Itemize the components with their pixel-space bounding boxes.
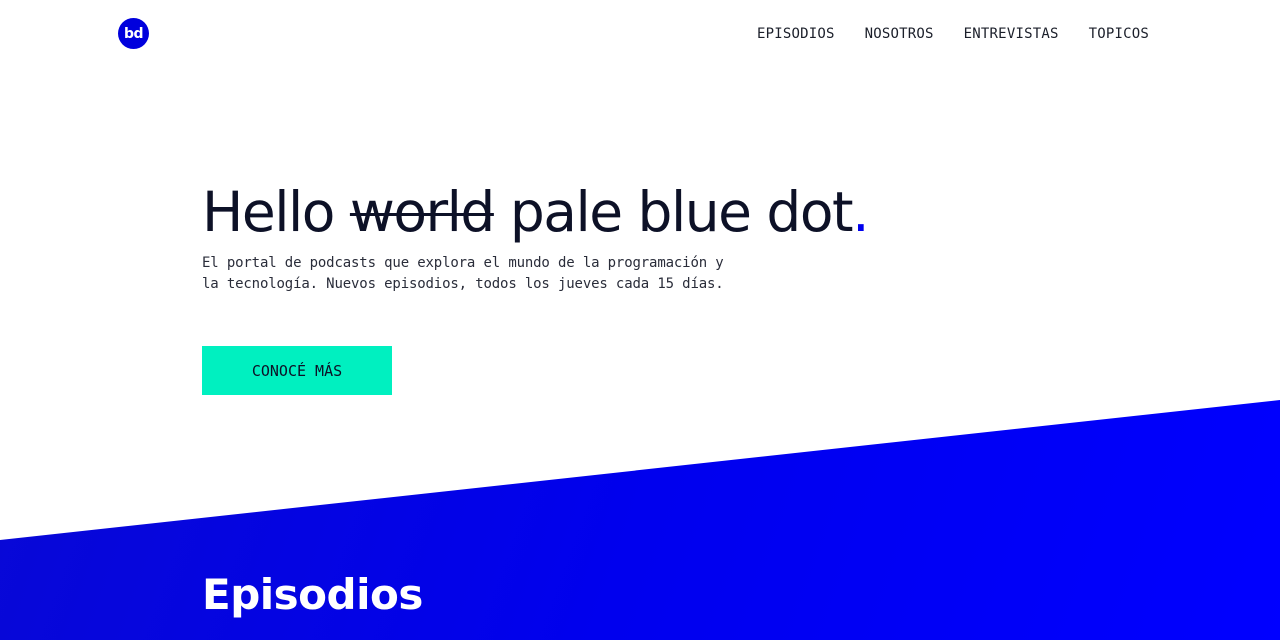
nav-item-topicos[interactable]: TOPICOS xyxy=(1089,26,1149,42)
main-nav: EPISODIOS NOSOTROS ENTREVISTAS TOPICOS xyxy=(757,26,1149,42)
logo-text: bd xyxy=(123,25,144,42)
hero-subtitle: El portal de podcasts que explora el mun… xyxy=(202,255,724,292)
nav-item-episodios[interactable]: EPISODIOS xyxy=(757,26,835,42)
hero-title-start: Hello xyxy=(202,180,335,244)
episodios-section-title: Episodios xyxy=(202,570,423,619)
page: bd EPISODIOS NOSOTROS ENTREVISTAS TOPICO… xyxy=(0,0,1280,640)
conoce-mas-button[interactable]: CONOCÉ MÁS xyxy=(202,346,392,395)
hero-title-end: pale blue dot xyxy=(509,180,854,244)
logo[interactable]: bd xyxy=(118,18,149,49)
nav-item-entrevistas[interactable]: ENTREVISTAS xyxy=(964,26,1059,42)
blue-diagonal-band xyxy=(0,400,1280,640)
hero-title: Hello world pale blue dot. xyxy=(202,180,870,244)
nav-item-nosotros[interactable]: NOSOTROS xyxy=(865,26,934,42)
hero-title-struck-word: world xyxy=(349,180,495,244)
hero-title-dot: . xyxy=(852,180,869,244)
